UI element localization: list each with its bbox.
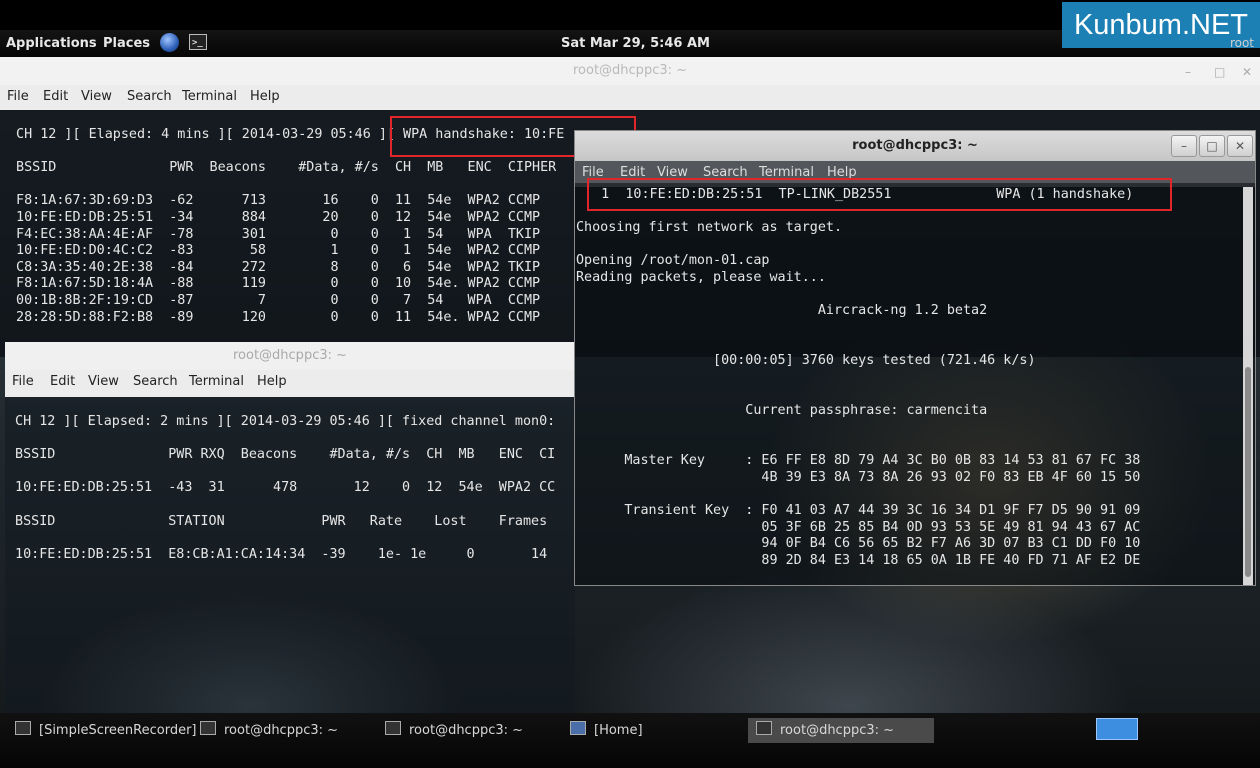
terminal-icon: [756, 721, 772, 735]
minimize-icon[interactable]: –: [1185, 65, 1191, 79]
menu-terminal[interactable]: Terminal: [189, 374, 244, 389]
terminal-line: CH 12 ][ Elapsed: 2 mins ][ 2014-03-29 0…: [7, 414, 556, 429]
task-label: [SimpleScreenRecorder]: [39, 723, 197, 738]
menu-edit[interactable]: Edit: [43, 89, 68, 104]
terminal-line: 28:28:5D:88:F2:B8 -89 120 0 0 11 54e. WP…: [8, 310, 541, 325]
terminal-launcher-icon[interactable]: >_: [189, 34, 207, 50]
window-title[interactable]: root@dhcppc3: ~: [575, 131, 1255, 161]
highlight-target-network: [587, 178, 1172, 211]
menu-edit[interactable]: Edit: [50, 374, 75, 389]
menu-help[interactable]: Help: [257, 374, 287, 389]
terminal-line: F4:EC:38:AA:4E:AF -78 301 0 0 1 54 WPA T…: [8, 227, 541, 242]
minimize-icon[interactable]: –: [1171, 135, 1197, 157]
close-icon[interactable]: ✕: [1242, 65, 1252, 79]
terminal-line: Master Key : E6 FF E8 8D 79 A4 3C B0 0B …: [576, 453, 1141, 468]
terminal-line: 10:FE:ED:DB:25:51 E8:CB:A1:CA:14:34 -39 …: [7, 547, 548, 562]
terminal-output[interactable]: 1 10:FE:ED:DB:25:51 TP-LINK_DB2551 WPA (…: [575, 183, 1255, 585]
maximize-icon[interactable]: □: [1199, 135, 1225, 157]
terminal-line: BSSID STATION PWR Rate Lost Frames: [7, 514, 548, 529]
user-menu[interactable]: root: [1230, 36, 1254, 50]
terminal-line: F8:1A:67:3D:69:D3 -62 713 16 0 11 54e WP…: [8, 193, 541, 208]
window-title[interactable]: root@dhcppc3: ~: [5, 342, 575, 370]
taskbar: [SimpleScreenRecorder] root@dhcppc3: ~ r…: [0, 713, 1260, 768]
menu-bar: File Edit View Search Terminal Help: [5, 370, 575, 397]
applications-menu[interactable]: Applications: [6, 36, 97, 51]
menu-file[interactable]: File: [12, 374, 34, 389]
places-menu[interactable]: Places: [103, 36, 150, 51]
terminal-line: 10:FE:ED:DB:25:51 -43 31 478 12 0 12 54e…: [7, 480, 556, 495]
folder-icon: [570, 721, 586, 735]
terminal-line: Choosing first network as target.: [576, 220, 843, 235]
task-terminal-1[interactable]: root@dhcppc3: ~: [200, 718, 338, 743]
terminal-window-airodump-target[interactable]: root@dhcppc3: ~ File Edit View Search Te…: [5, 342, 575, 713]
task-home[interactable]: [Home]: [570, 718, 643, 743]
terminal-line: Aircrack-ng 1.2 beta2: [576, 303, 988, 318]
terminal-line: 89 2D 84 E3 14 18 65 0A 1B FE 40 FD 71 A…: [576, 553, 1141, 568]
terminal-line: BSSID PWR RXQ Beacons #Data, #/s CH MB E…: [7, 447, 556, 462]
window-title[interactable]: root@dhcppc3: ~: [0, 57, 1260, 85]
scrollbar[interactable]: [1243, 187, 1253, 585]
window-icon: [15, 721, 31, 735]
terminal-line: 10:FE:ED:DB:25:51 -34 884 20 0 12 54e WP…: [8, 210, 541, 225]
task-label: root@dhcppc3: ~: [224, 723, 339, 738]
terminal-line: [00:00:05] 3760 keys tested (721.46 k/s): [576, 353, 1036, 368]
task-label: [Home]: [594, 723, 643, 738]
terminal-line: Reading packets, please wait...: [576, 270, 826, 285]
terminal-line: C8:3A:35:40:2E:38 -84 272 8 0 6 54e WPA2…: [8, 260, 541, 275]
menu-file[interactable]: File: [7, 89, 29, 104]
terminal-icon: [200, 721, 216, 735]
terminal-line: 00:1B:8B:2F:19:CD -87 7 0 0 7 54 WPA CCM…: [8, 293, 541, 308]
menu-help[interactable]: Help: [250, 89, 280, 104]
menu-view[interactable]: View: [81, 89, 112, 104]
terminal-line: F8:1A:67:5D:18:4A -88 119 0 0 10 54e. WP…: [8, 276, 541, 291]
terminal-line: 94 0F B4 C6 56 65 B2 F7 A6 3D 07 B3 C1 D…: [576, 536, 1141, 551]
clock[interactable]: Sat Mar 29, 5:46 AM: [561, 36, 710, 51]
terminal-line: Transient Key : F0 41 03 A7 44 39 3C 16 …: [576, 503, 1141, 518]
browser-launcher-icon[interactable]: [160, 33, 179, 52]
menu-search[interactable]: Search: [127, 89, 172, 104]
menu-terminal[interactable]: Terminal: [182, 89, 237, 104]
terminal-line: 10:FE:ED:D0:4C:C2 -83 58 1 0 1 54e WPA2 …: [8, 243, 541, 258]
close-icon[interactable]: ✕: [1227, 135, 1253, 157]
menu-bar: File Edit View Search Terminal Help: [0, 85, 1260, 110]
terminal-line: 05 3F 6B 25 85 B4 0D 93 53 5E 49 81 94 4…: [576, 520, 1141, 535]
scrollbar-thumb[interactable]: [1245, 367, 1251, 577]
menu-search[interactable]: Search: [133, 374, 178, 389]
terminal-line: Current passphrase: carmencita: [576, 403, 988, 418]
task-terminal-3[interactable]: root@dhcppc3: ~: [748, 718, 934, 743]
task-terminal-2[interactable]: root@dhcppc3: ~: [385, 718, 523, 743]
workspace-switcher[interactable]: [1096, 718, 1138, 740]
terminal-line: Opening /root/mon-01.cap: [576, 253, 770, 268]
terminal-icon: [385, 721, 401, 735]
terminal-line: 4B 39 E3 8A 73 8A 26 93 02 F0 83 EB 4F 6…: [576, 470, 1141, 485]
task-label: root@dhcppc3: ~: [409, 723, 524, 738]
task-simplescreenrecorder[interactable]: [SimpleScreenRecorder]: [15, 718, 197, 743]
menu-view[interactable]: View: [88, 374, 119, 389]
terminal-line: BSSID PWR Beacons #Data, #/s CH MB ENC C…: [8, 160, 557, 175]
maximize-icon[interactable]: □: [1214, 65, 1225, 79]
task-label: root@dhcppc3: ~: [780, 723, 895, 738]
terminal-output[interactable]: CH 12 ][ Elapsed: 2 mins ][ 2014-03-29 0…: [5, 397, 575, 713]
